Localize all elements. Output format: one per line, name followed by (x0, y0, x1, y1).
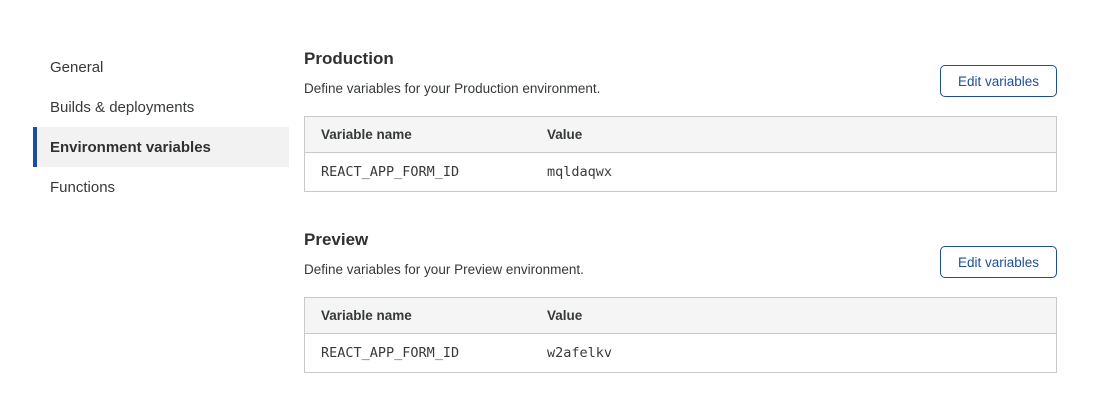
preview-variables-table: Variable name Value REACT_APP_FORM_ID w2… (304, 297, 1057, 373)
settings-sidebar: General Builds & deployments Environment… (33, 47, 289, 207)
table-row: REACT_APP_FORM_ID w2afelkv (305, 334, 1056, 372)
variable-name-column-header: Variable name (305, 308, 547, 323)
value-column-header: Value (547, 127, 1056, 142)
variable-name-cell: REACT_APP_FORM_ID (305, 164, 547, 180)
value-column-header: Value (547, 308, 1056, 323)
preview-section: Preview Define variables for your Previe… (304, 231, 1057, 373)
table-row: REACT_APP_FORM_ID mqldaqwx (305, 153, 1056, 191)
sidebar-item-label: General (50, 59, 103, 76)
sidebar-item-general[interactable]: General (33, 47, 289, 87)
variable-name-cell: REACT_APP_FORM_ID (305, 345, 547, 361)
sidebar-item-environment-variables[interactable]: Environment variables (33, 127, 289, 167)
sidebar-item-builds-deployments[interactable]: Builds & deployments (33, 87, 289, 127)
sidebar-item-label: Functions (50, 179, 115, 196)
edit-preview-variables-button[interactable]: Edit variables (940, 246, 1057, 278)
table-header-row: Variable name Value (305, 117, 1056, 153)
variable-value-cell: mqldaqwx (547, 164, 1056, 180)
variable-value-cell: w2afelkv (547, 345, 1056, 361)
sidebar-item-label: Environment variables (50, 139, 211, 156)
edit-production-variables-button[interactable]: Edit variables (940, 65, 1057, 97)
production-variables-table: Variable name Value REACT_APP_FORM_ID mq… (304, 116, 1057, 192)
sidebar-item-functions[interactable]: Functions (33, 167, 289, 207)
variable-name-column-header: Variable name (305, 127, 547, 142)
table-header-row: Variable name Value (305, 298, 1056, 334)
production-section: Production Define variables for your Pro… (304, 50, 1057, 192)
sidebar-item-label: Builds & deployments (50, 99, 194, 116)
environment-variables-content: Production Define variables for your Pro… (304, 50, 1057, 373)
